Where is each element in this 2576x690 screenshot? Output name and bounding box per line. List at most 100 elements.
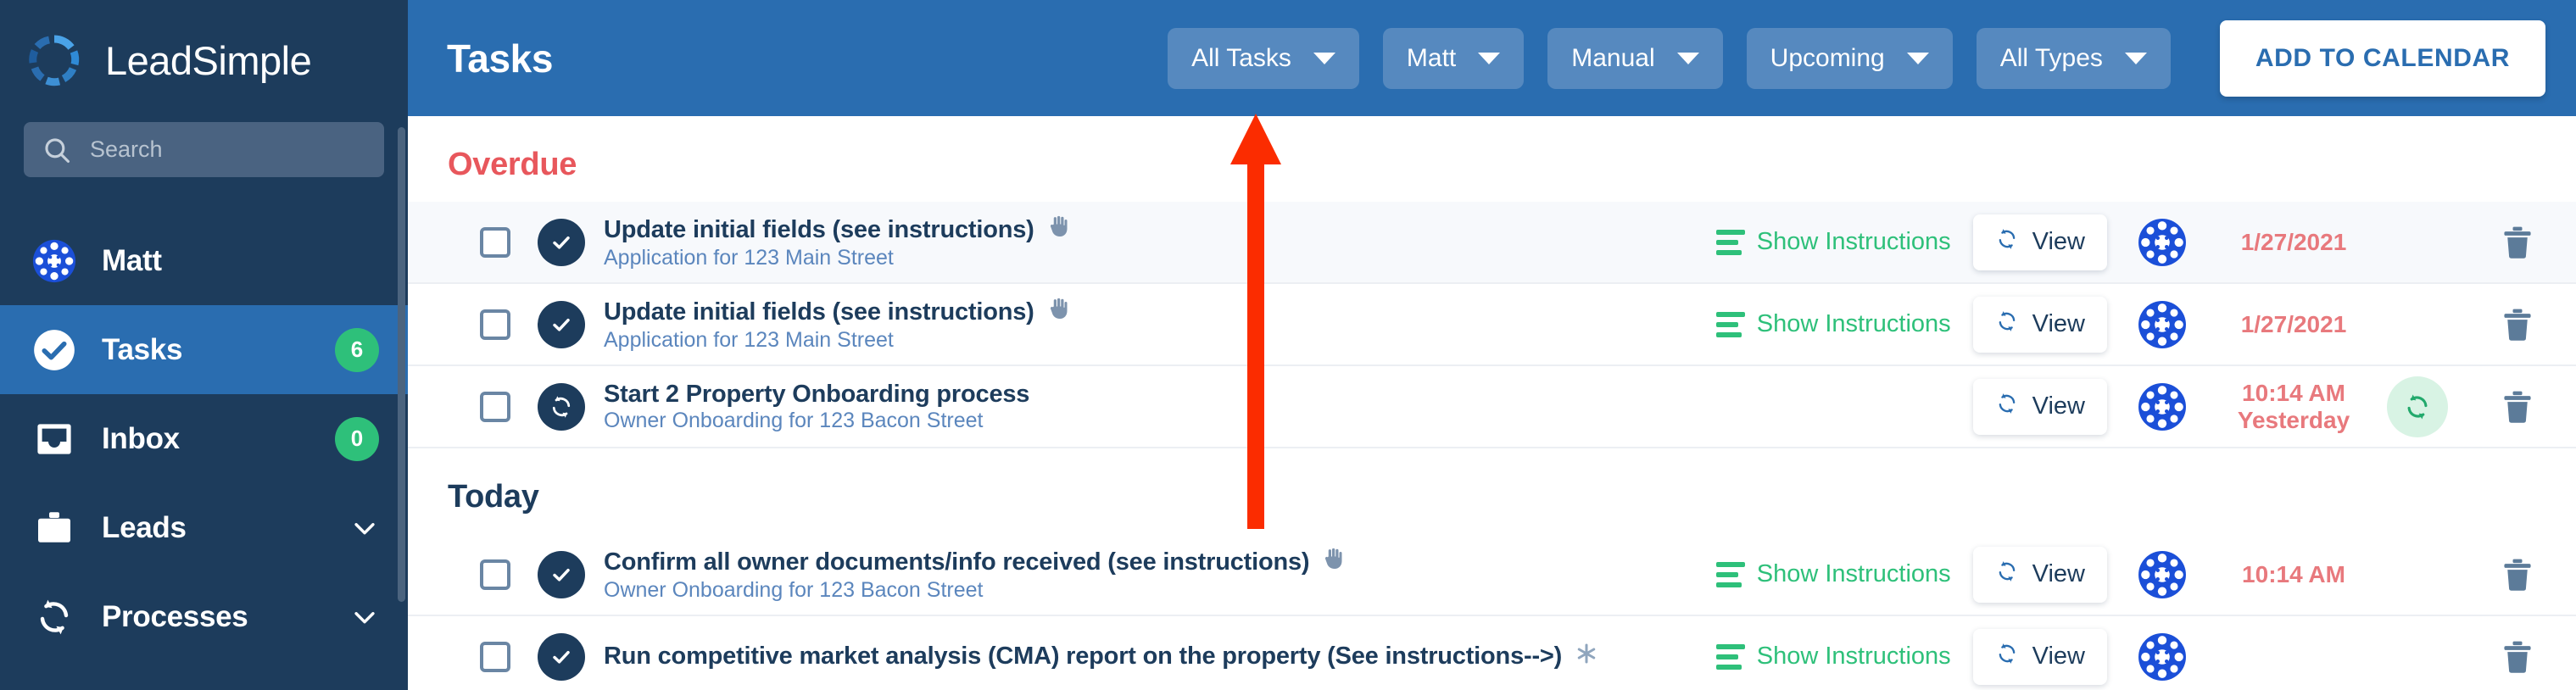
sidebar-item-processes[interactable]: Processes [0, 572, 408, 661]
show-instructions-link[interactable]: Show Instructions [1715, 310, 1951, 338]
instructions-icon [1715, 643, 1745, 670]
chevron-down-icon[interactable] [350, 603, 379, 632]
search-input[interactable] [90, 136, 390, 163]
instructions-icon [1715, 561, 1745, 587]
table-row[interactable]: Confirm all owner documents/info receive… [408, 534, 2576, 616]
brand[interactable]: LeadSimple [0, 0, 408, 98]
instructions-icon [1715, 311, 1745, 337]
filter-label: Upcoming [1770, 43, 1885, 72]
view-button[interactable]: View [1972, 628, 2107, 685]
chevron-down-icon [1906, 52, 1929, 64]
task-title: Start 2 Property Onboarding process [604, 380, 1030, 408]
row-checkbox[interactable] [480, 559, 510, 590]
show-instructions-label: Show Instructions [1756, 560, 1951, 587]
view-button[interactable]: View [1972, 296, 2107, 353]
task-subtitle: Application for 123 Main Street [604, 246, 894, 270]
avatar [2138, 218, 2187, 267]
view-button[interactable]: View [1972, 546, 2107, 603]
table-row[interactable]: Update initial fields (see instructions)… [408, 284, 2576, 366]
row-title-wrap: Run competitive market analysis (CMA) re… [604, 641, 1599, 673]
restart-placeholder [2387, 212, 2448, 273]
table-row[interactable]: Run competitive market analysis (CMA) re… [408, 616, 2576, 690]
filter-all-types[interactable]: All Types [1976, 27, 2171, 89]
filter-all-tasks[interactable]: All Tasks [1168, 27, 1359, 89]
raised-hand-icon [1321, 546, 1347, 578]
view-label: View [2032, 643, 2085, 670]
sidebar-item-inbox[interactable]: Inbox 0 [0, 394, 408, 483]
delete-icon[interactable] [2499, 638, 2536, 676]
sidebar-item-label: Matt [102, 243, 162, 277]
restart-placeholder [2387, 626, 2448, 687]
user-avatar-icon [31, 237, 78, 285]
table-row[interactable]: Update initial fields (see instructions)… [408, 202, 2576, 284]
sidebar-item-leads[interactable]: Leads [0, 483, 408, 572]
view-button[interactable]: View [1972, 214, 2107, 270]
table-row[interactable]: Start 2 Property Onboarding process Owne… [408, 366, 2576, 448]
show-instructions-link[interactable]: Show Instructions [1715, 560, 1951, 588]
top-toolbar: Tasks All Tasks Matt Manual Upcoming All… [408, 0, 2576, 116]
chevron-down-icon [1478, 52, 1501, 64]
row-checkbox[interactable] [480, 391, 510, 422]
raised-hand-icon [1046, 296, 1072, 328]
instructions-icon [1715, 229, 1745, 255]
show-instructions-link[interactable]: Show Instructions [1715, 228, 1951, 256]
task-title: Run competitive market analysis (CMA) re… [604, 643, 1563, 670]
inbox-icon [31, 415, 78, 463]
due-date: 10:14 AM Yesterday [2209, 380, 2378, 433]
check-circle-icon [31, 326, 78, 374]
chevron-down-icon [1313, 52, 1335, 64]
row-title-wrap: Start 2 Property Onboarding process [604, 381, 1029, 409]
sidebar: LeadSimple Search Matt Tasks 6 Inbox 0 L… [0, 0, 408, 690]
task-title: Update initial fields (see instructions) [604, 298, 1034, 326]
delete-icon[interactable] [2499, 556, 2536, 593]
filter-assignee[interactable]: Matt [1382, 27, 1525, 89]
row-text: Confirm all owner documents/info receive… [604, 546, 1347, 603]
sidebar-item-label: Leads [102, 510, 187, 544]
app-root: LeadSimple Search Matt Tasks 6 Inbox 0 L… [0, 0, 2576, 690]
raised-hand-icon [1046, 214, 1072, 246]
row-checkbox[interactable] [480, 309, 510, 340]
row-checkbox[interactable] [480, 641, 510, 672]
chevron-down-icon [2124, 52, 2147, 64]
show-instructions-link[interactable]: Show Instructions [1715, 643, 1951, 671]
avatar [2138, 382, 2187, 431]
filter-upcoming[interactable]: Upcoming [1746, 27, 1953, 89]
restart-placeholder [2387, 294, 2448, 355]
row-title-wrap: Confirm all owner documents/info receive… [604, 546, 1347, 578]
inbox-count-badge: 0 [335, 416, 379, 461]
add-to-calendar-button[interactable]: ADD TO CALENDAR [2219, 19, 2545, 97]
task-subtitle: Owner Onboarding for 123 Bacon Street [604, 578, 984, 602]
task-subtitle: Application for 123 Main Street [604, 328, 894, 352]
asterisk-icon [1574, 641, 1599, 673]
view-label: View [2032, 560, 2085, 587]
task-list: Overdue Update initial fields (see instr… [408, 116, 2576, 690]
view-button[interactable]: View [1972, 378, 2107, 435]
due-day: Yesterday [2237, 406, 2350, 433]
due-date: 1/27/2021 [2240, 228, 2347, 255]
refresh-icon [538, 382, 585, 431]
leadsimple-logo-icon [27, 33, 81, 87]
avatar [2138, 632, 2187, 682]
filter-label: Matt [1406, 43, 1457, 72]
view-label: View [2032, 310, 2085, 337]
refresh-icon [31, 593, 78, 641]
row-text: Run competitive market analysis (CMA) re… [604, 641, 1599, 673]
sidebar-scrollbar[interactable] [398, 127, 405, 602]
row-checkbox[interactable] [480, 226, 510, 258]
sidebar-item-tasks[interactable]: Tasks 6 [0, 305, 408, 394]
delete-icon[interactable] [2499, 224, 2536, 261]
main-content: Tasks All Tasks Matt Manual Upcoming All… [408, 0, 2576, 690]
task-subtitle: Owner Onboarding for 123 Bacon Street [604, 408, 984, 432]
row-text: Update initial fields (see instructions)… [604, 296, 1072, 353]
filter-label: All Types [1999, 43, 2103, 72]
restart-process-button[interactable] [2387, 376, 2448, 437]
refresh-icon [1995, 559, 2019, 590]
search-box[interactable] [24, 122, 390, 177]
avatar [2138, 550, 2187, 599]
chevron-down-icon[interactable] [350, 514, 379, 543]
sidebar-item-matt[interactable]: Matt [0, 216, 408, 305]
delete-icon[interactable] [2499, 388, 2536, 426]
filter-manual[interactable]: Manual [1547, 27, 1723, 89]
delete-icon[interactable] [2499, 306, 2536, 343]
refresh-icon [1995, 227, 2019, 258]
